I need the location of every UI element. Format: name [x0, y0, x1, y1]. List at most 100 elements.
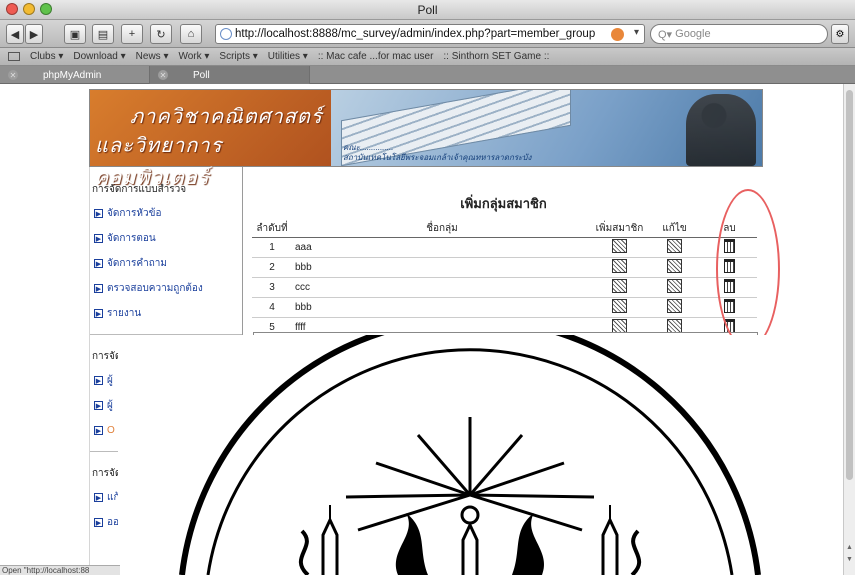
- bookmarks-bar: Clubs ▾ Download ▾ News ▾ Work ▾ Scripts…: [0, 48, 855, 66]
- banner-image: คณะ............... สถาบันเทคโนโลยีพระจอม…: [331, 90, 762, 166]
- scroll-up-icon[interactable]: ▲: [846, 544, 853, 551]
- arrow-box-icon: ▶: [94, 493, 103, 502]
- column-header-name: ชื่อกลุ่ม: [292, 220, 592, 238]
- group-name: bbb: [292, 257, 592, 278]
- plus-icon: +: [128, 28, 136, 40]
- add-bookmark-button[interactable]: +: [121, 24, 143, 44]
- scrollbar-thumb[interactable]: [846, 90, 853, 480]
- forward-button[interactable]: ▶: [25, 24, 43, 44]
- tab-label: phpMyAdmin: [43, 69, 102, 81]
- sidebar-item-label: จัดการหัวข้อ: [107, 208, 162, 219]
- sidebar-item-sections[interactable]: ▶ จัดการตอน: [90, 226, 242, 251]
- banner-title-block: ภาควิชาคณิตศาสตร์ และวิทยาการคอมพิวเตอร์: [90, 90, 331, 189]
- sidebar-item-validate[interactable]: ▶ ตรวจสอบความถูกต้อง: [90, 276, 242, 301]
- emblem-image: [179, 316, 761, 577]
- statue-image: [686, 94, 756, 166]
- reload-button[interactable]: ↻: [150, 24, 172, 44]
- row-number: 4: [252, 297, 292, 318]
- snapshot-button[interactable]: ▤: [92, 24, 114, 44]
- edit-icon[interactable]: [667, 239, 682, 253]
- sidebar-item-label: ตรวจสอบความถูกต้อง: [107, 283, 203, 294]
- search-icon: Q▾: [658, 28, 676, 41]
- tab-bar: ✕ phpMyAdmin ✕ Poll: [0, 66, 855, 84]
- gear-icon: ⚙: [835, 28, 845, 40]
- search-input[interactable]: Q▾ Google: [650, 24, 828, 44]
- column-header-edit: แก้ไข: [647, 220, 702, 238]
- page-menu-button[interactable]: ⚙: [831, 24, 849, 44]
- bookmark-news[interactable]: News ▾: [136, 51, 169, 62]
- row-number: 2: [252, 257, 292, 278]
- reload-icon: ↻: [156, 28, 166, 41]
- bookmark-set-game[interactable]: :: Sinthorn SET Game ::: [443, 51, 549, 62]
- banner-sub-2: สถาบันเทคโนโลยีพระจอมเกล้าเจ้าคุณทหารลาด…: [343, 153, 532, 162]
- sidebar-heading-survey: การจัดการแบบสำรวจ: [92, 184, 187, 195]
- tab-label: Poll: [193, 69, 210, 81]
- edit-icon[interactable]: [667, 319, 682, 333]
- add-member-icon[interactable]: [612, 279, 627, 293]
- row-number: 1: [252, 237, 292, 258]
- column-header-no: ลำดับที่: [252, 220, 292, 238]
- tab-poll[interactable]: ✕ Poll: [150, 66, 310, 84]
- sidebar-item-questions[interactable]: ▶ จัดการคำถาม: [90, 251, 242, 276]
- add-member-icon[interactable]: [612, 239, 627, 253]
- arrow-box-icon: ▶: [94, 234, 103, 243]
- sidebar-item-label: รายงาน: [107, 308, 142, 319]
- group-name: bbb: [292, 297, 592, 318]
- red-annotation-circle: [716, 189, 780, 349]
- main-content: เพิ่มกลุ่มสมาชิก ลำดับที่ ชื่อกลุ่ม เพิ่…: [244, 167, 763, 342]
- table-header-row: ลำดับที่ ชื่อกลุ่ม เพิ่มสมาชิก แก้ไข ลบ: [252, 220, 757, 238]
- arrow-box-icon: ▶: [94, 309, 103, 318]
- sidebar-item-label: จัดการตอน: [107, 233, 156, 244]
- add-member-icon[interactable]: [612, 319, 627, 333]
- arrow-box-icon: ▶: [94, 518, 103, 527]
- globe-icon: [220, 28, 232, 40]
- address-bar[interactable]: http://localhost:8888/mc_survey/admin/in…: [215, 24, 645, 44]
- banner-subtitle: คณะ............... สถาบันเทคโนโลยีพระจอม…: [343, 143, 531, 163]
- home-button[interactable]: ⌂: [180, 24, 202, 44]
- member-group-table: ลำดับที่ ชื่อกลุ่ม เพิ่มสมาชิก แก้ไข ลบ …: [252, 220, 757, 338]
- bookmark-work[interactable]: Work ▾: [178, 51, 209, 62]
- bookmark-scripts[interactable]: Scripts ▾: [219, 51, 257, 62]
- rss-reload-icon[interactable]: [611, 28, 624, 41]
- window-title: Poll: [417, 3, 438, 17]
- book-icon[interactable]: [8, 52, 20, 61]
- print-button[interactable]: ▣: [64, 24, 86, 44]
- printer-icon: ▣: [69, 28, 81, 41]
- arrow-box-icon: ▶: [94, 209, 103, 218]
- browser-toolbar: ◀ ▶ ▣ ▤ + ↻ ⌂ http://localhost:8888/mc_s…: [0, 20, 855, 48]
- sidebar-item-topics[interactable]: ▶ จัดการหัวข้อ: [90, 201, 242, 226]
- scroll-down-icon[interactable]: ▼: [846, 556, 853, 563]
- table-row: 3 ccc: [252, 277, 757, 298]
- site-banner: ภาควิชาคณิตศาสตร์ และวิทยาการคอมพิวเตอร์…: [89, 89, 763, 189]
- group-name: ccc: [292, 277, 592, 298]
- search-placeholder: Google: [675, 28, 711, 40]
- add-member-icon[interactable]: [612, 259, 627, 273]
- banner-line-1: ภาควิชาคณิตศาสตร์: [130, 106, 323, 128]
- bookmark-utilities[interactable]: Utilities ▾: [268, 51, 308, 62]
- bookmark-download[interactable]: Download ▾: [73, 51, 125, 62]
- add-member-icon[interactable]: [612, 299, 627, 313]
- arrow-box-icon: ▶: [94, 401, 103, 410]
- group-name: aaa: [292, 237, 592, 258]
- sidebar-item-report[interactable]: ▶ รายงาน: [90, 301, 242, 326]
- row-number: 3: [252, 277, 292, 298]
- sidebar-item-label: ผู้: [107, 400, 113, 411]
- edit-icon[interactable]: [667, 259, 682, 273]
- table-row: 4 bbb: [252, 297, 757, 318]
- tab-phpmyadmin[interactable]: ✕ phpMyAdmin: [0, 66, 150, 84]
- close-tab-icon[interactable]: ✕: [158, 70, 168, 80]
- picture-icon: ▤: [97, 28, 109, 41]
- back-button[interactable]: ◀: [6, 24, 24, 44]
- edit-icon[interactable]: [667, 279, 682, 293]
- table-row: 2 bbb: [252, 257, 757, 278]
- window-titlebar: Poll: [0, 0, 855, 20]
- vertical-scrollbar[interactable]: ▲ ▼: [843, 84, 855, 575]
- emblem-logo: [179, 316, 761, 577]
- bookmark-clubs[interactable]: Clubs ▾: [30, 51, 63, 62]
- bookmark-mac-cafe[interactable]: :: Mac cafe ...for mac user: [318, 51, 434, 62]
- close-tab-icon[interactable]: ✕: [8, 70, 18, 80]
- edit-icon[interactable]: [667, 299, 682, 313]
- arrow-box-icon: ▶: [94, 376, 103, 385]
- status-bar: Open "http://localhost:88: [0, 565, 120, 575]
- chevron-down-icon[interactable]: ▾: [634, 27, 639, 38]
